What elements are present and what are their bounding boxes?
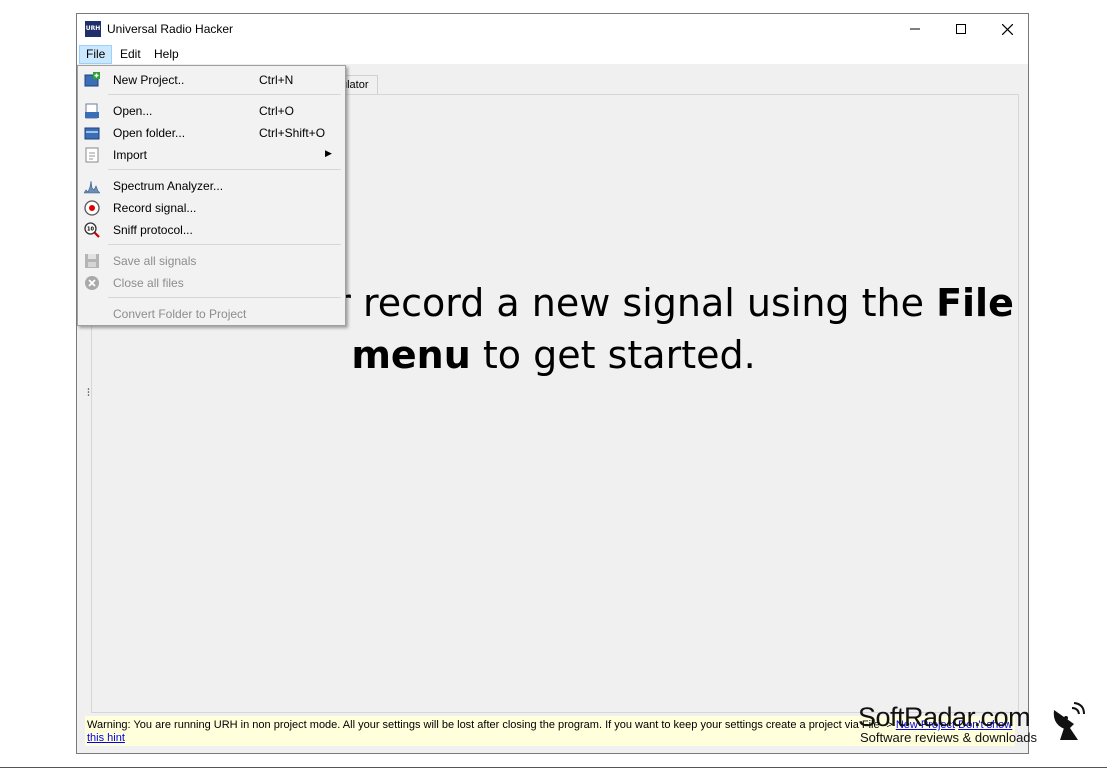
menu-item-convert-folder[interactable]: Convert Folder to Project [80,303,343,325]
menu-item-open[interactable]: Open... Ctrl+O [80,100,343,122]
menu-item-new-project[interactable]: New Project.. Ctrl+N [80,69,343,91]
close-all-files-label: Close all files [113,276,184,290]
this-hint-link[interactable]: this hint [87,732,125,744]
warning-text: Warning: You are running URH in non proj… [87,719,896,731]
watermark-subtitle: Software reviews & downloads [860,730,1038,745]
menu-separator [108,244,341,245]
spectrum-analyzer-label: Spectrum Analyzer... [113,179,224,193]
new-project-icon [84,72,100,87]
open-label: Open... [113,104,153,118]
maximize-icon [956,24,966,34]
menu-edit[interactable]: Edit [114,45,147,64]
open-shortcut: Ctrl+O [259,104,295,118]
hint-text-part2: to get started. [470,333,756,377]
menu-separator [108,169,341,170]
hint-menu-bold: menu [351,333,471,377]
convert-folder-label: Convert Folder to Project [113,307,247,321]
title-bar[interactable]: URH Universal Radio Hacker [77,14,1028,44]
menu-item-spectrum-analyzer[interactable]: Spectrum Analyzer... [80,175,343,197]
menu-file[interactable]: File [79,45,113,64]
import-icon [85,147,99,163]
maximize-button[interactable] [938,14,984,44]
menu-separator [108,297,341,298]
menu-item-open-folder[interactable]: Open folder... Ctrl+Shift+O [80,122,343,144]
open-file-icon [85,103,99,119]
open-folder-label: Open folder... [113,126,186,140]
softradar-watermark: SoftRadar.com Software reviews & downloa… [858,702,1098,752]
bottom-divider [0,767,1107,768]
sniff-magnifier-icon: 10 [84,222,100,238]
open-folder-shortcut: Ctrl+Shift+O [259,126,326,140]
satellite-dish-icon [1053,702,1085,740]
file-menu-dropdown: New Project.. Ctrl+N Open... Ctrl+O Open… [77,65,346,326]
menu-bar: File Edit Help [77,44,1028,64]
hint-file-bold: File [936,281,1014,325]
spectrum-analyzer-icon [84,180,100,194]
menu-item-sniff-protocol[interactable]: 10 Sniff protocol... [80,219,343,241]
sniff-protocol-label: Sniff protocol... [113,223,193,237]
menu-help[interactable]: Help [148,45,185,64]
window-title: Universal Radio Hacker [107,22,234,36]
record-icon [84,200,100,216]
menu-separator [108,94,341,95]
close-all-icon [85,276,99,290]
close-icon [1001,23,1013,35]
watermark-title: SoftRadar.com [858,702,1031,732]
new-project-shortcut: Ctrl+N [259,73,294,87]
open-folder-icon [84,127,100,140]
close-button[interactable] [984,14,1030,44]
minimize-icon [910,28,920,30]
minimize-button[interactable] [892,14,938,44]
urh-app-icon: URH [85,21,101,37]
menu-item-save-all-signals[interactable]: Save all signals [80,250,343,272]
save-all-signals-label: Save all signals [113,254,197,268]
splitter-handle-icon[interactable] [87,387,90,397]
new-project-label: New Project.. [113,73,185,87]
svg-text:10: 10 [87,227,94,233]
submenu-arrow-icon: ▶ [325,148,332,158]
record-signal-label: Record signal... [113,201,197,215]
menu-item-record-signal[interactable]: Record signal... [80,197,343,219]
menu-item-import[interactable]: Import ▶ [80,144,343,166]
menu-item-close-all-files[interactable]: Close all files [80,272,343,294]
import-label: Import [113,148,148,162]
save-disk-icon [85,254,99,268]
